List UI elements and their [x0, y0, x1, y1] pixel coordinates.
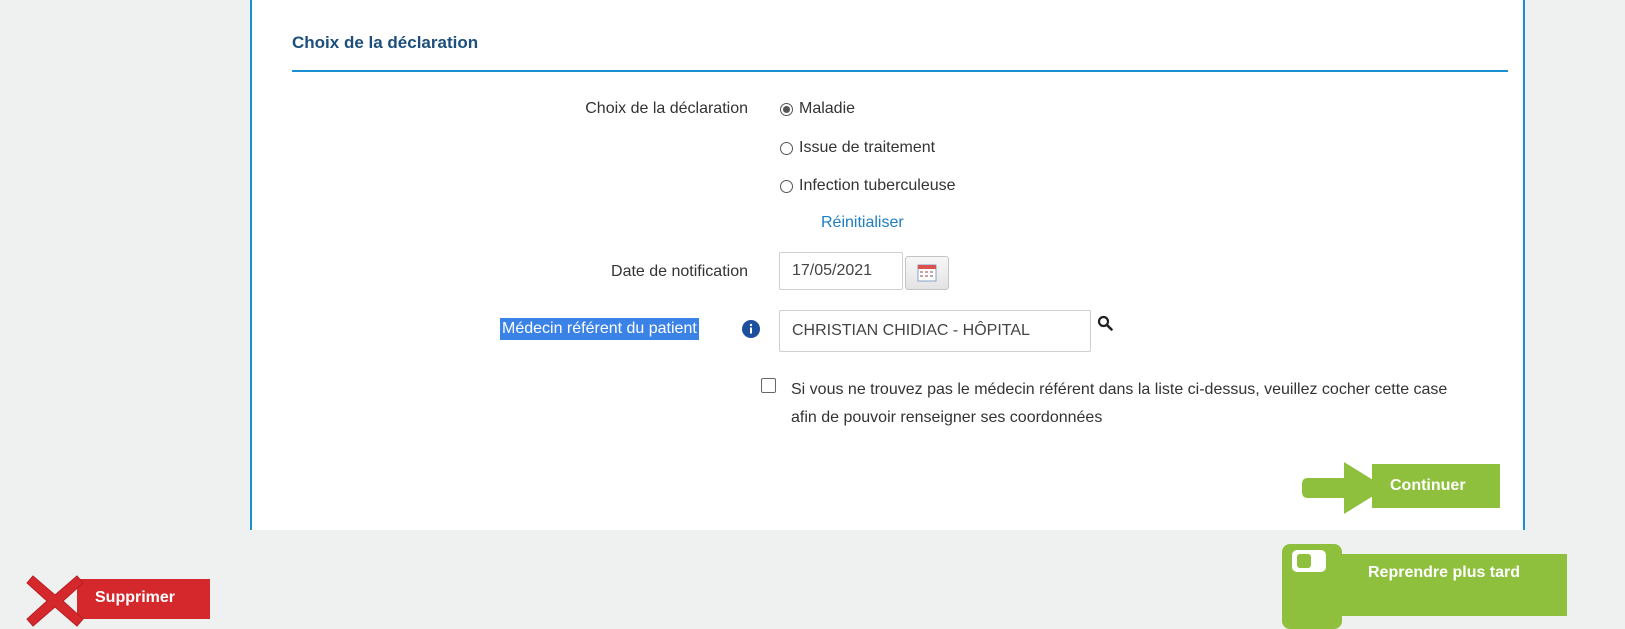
radio-label: Infection tuberculeuse — [799, 177, 956, 194]
declaration-choice-label: Choix de la déclaration — [585, 100, 748, 117]
referring-doctor-label: Médecin référent du patient — [500, 318, 699, 340]
referring-doctor-input[interactable]: CHRISTIAN CHIDIAC - HÔPITAL — [779, 310, 1091, 352]
calendar-icon — [917, 264, 937, 282]
radio-button[interactable] — [780, 179, 793, 193]
close-icon — [26, 575, 84, 627]
reset-link[interactable]: Réinitialiser — [821, 214, 904, 232]
info-icon[interactable] — [742, 320, 760, 343]
delete-button[interactable]: Supprimer — [25, 573, 210, 629]
section-divider — [292, 70, 1508, 72]
delete-label: Supprimer — [95, 589, 176, 606]
notification-date-label: Date de notification — [611, 263, 748, 280]
continue-label: Continuer — [1390, 477, 1466, 494]
resume-later-label: Reprendre plus tard — [1368, 564, 1521, 581]
radio-option-infection-tuberculeuse[interactable]: Infection tuberculeuse — [780, 177, 956, 195]
radio-option-issue-de-traitement[interactable]: Issue de traitement — [780, 139, 935, 157]
continue-button[interactable]: Continuer — [1302, 460, 1506, 516]
calendar-button[interactable] — [905, 256, 949, 290]
declaration-panel: Choix de la déclaration Choix de la décl… — [250, 0, 1525, 530]
radio-label: Issue de traitement — [799, 139, 936, 156]
resume-later-button[interactable]: Reprendre plus tard — [1282, 544, 1567, 629]
section-title: Choix de la déclaration — [292, 33, 479, 52]
save-icon — [1282, 544, 1342, 629]
radio-option-maladie[interactable]: Maladie — [780, 100, 855, 118]
radio-button[interactable] — [780, 141, 793, 155]
radio-button-checked[interactable] — [780, 102, 793, 116]
search-icon[interactable] — [1097, 315, 1113, 336]
radio-label: Maladie — [799, 100, 856, 117]
doctor-not-found-checkbox[interactable] — [761, 378, 776, 393]
doctor-not-found-text: Si vous ne trouvez pas le médecin référe… — [791, 381, 1448, 426]
notification-date-input[interactable]: 17/05/2021 — [779, 252, 903, 290]
